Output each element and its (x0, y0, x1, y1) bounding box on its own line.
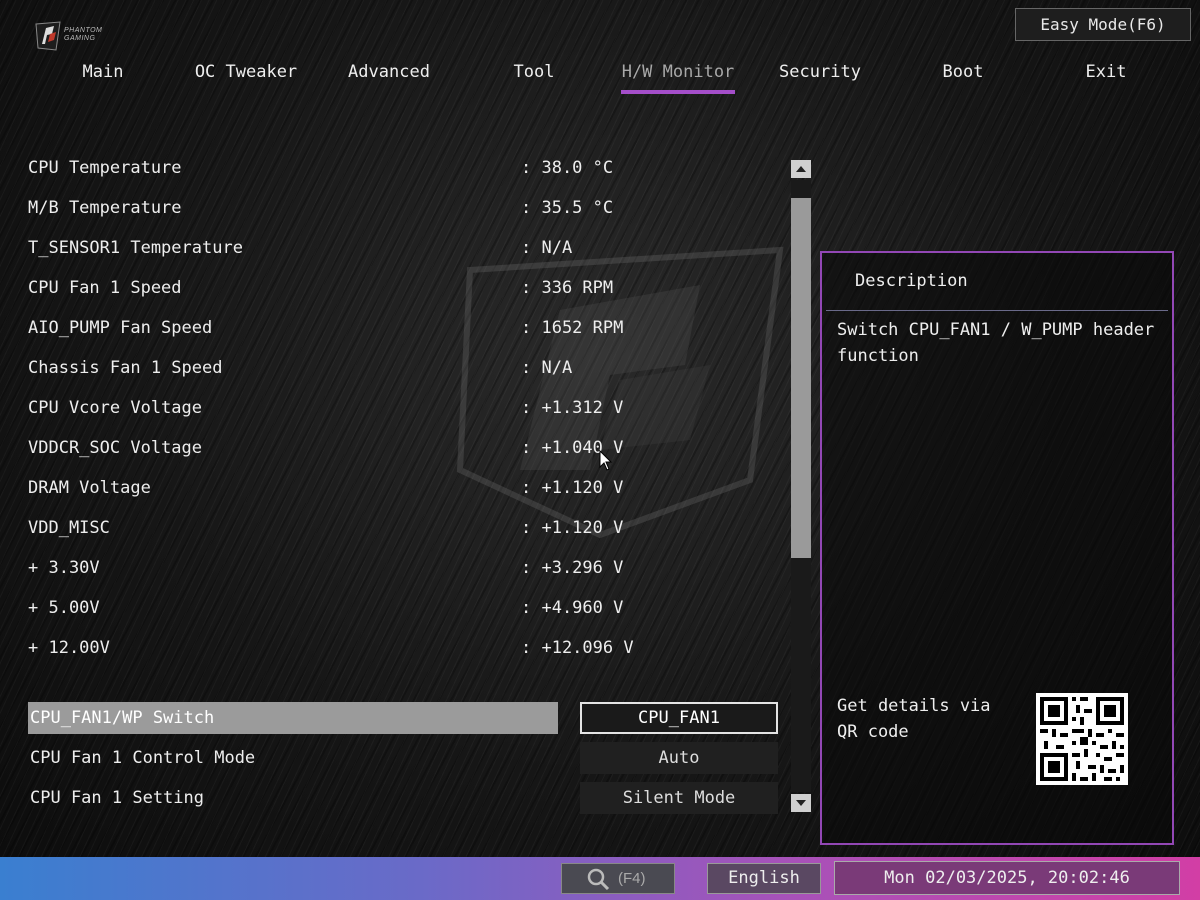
option-label[interactable]: CPU_FAN1/WP Switch (28, 702, 558, 734)
monitor-row: Chassis Fan 1 Speed : N/A (28, 348, 788, 388)
monitor-value: : 35.5 °C (521, 198, 614, 218)
option-label[interactable]: CPU Fan 1 Setting (28, 782, 558, 814)
option-value-dropdown[interactable]: CPU_FAN1 (580, 702, 778, 734)
monitor-label: CPU Temperature (28, 158, 182, 178)
search-shortcut-label: (F4) (618, 870, 646, 887)
mouse-pointer-icon (599, 450, 613, 471)
option-cpu-fan1-setting[interactable]: CPU Fan 1 Setting Silent Mode (28, 782, 780, 816)
monitor-label: + 12.00V (28, 638, 110, 658)
option-value-dropdown[interactable]: Silent Mode (580, 782, 778, 814)
tab-tool[interactable]: Tool (477, 58, 591, 94)
logo-text-line2: GAMING (64, 35, 96, 42)
monitor-row: M/B Temperature : 35.5 °C (28, 188, 788, 228)
option-cpu-fan1-control-mode[interactable]: CPU Fan 1 Control Mode Auto (28, 742, 780, 776)
description-panel: Description Switch CPU_FAN1 / W_PUMP hea… (820, 251, 1174, 845)
option-value-dropdown[interactable]: Auto (580, 742, 778, 774)
scroll-thumb[interactable] (791, 198, 811, 558)
monitor-row: + 3.30V : +3.296 V (28, 548, 788, 588)
monitor-label: DRAM Voltage (28, 478, 151, 498)
monitor-value: : 38.0 °C (521, 158, 614, 178)
monitor-row: + 5.00V : +4.960 V (28, 588, 788, 628)
monitor-label: AIO_PUMP Fan Speed (28, 318, 213, 338)
monitor-row: CPU Temperature : 38.0 °C (28, 148, 788, 188)
monitor-row: CPU Vcore Voltage : +1.312 V (28, 388, 788, 428)
monitor-row: + 12.00V : +12.096 V (28, 628, 788, 668)
monitor-label: Chassis Fan 1 Speed (28, 358, 223, 378)
monitor-label: CPU Fan 1 Speed (28, 278, 182, 298)
monitor-label: M/B Temperature (28, 198, 182, 218)
arrow-up-icon[interactable] (791, 160, 811, 178)
tab-main[interactable]: Main (46, 58, 160, 94)
option-cpu-fan1-wp-switch[interactable]: CPU_FAN1/WP Switch CPU_FAN1 (28, 702, 780, 736)
monitor-row: CPU Fan 1 Speed : 336 RPM (28, 268, 788, 308)
qr-caption: Get details via QR code (837, 696, 991, 742)
qr-code-icon (1036, 693, 1128, 785)
search-icon (587, 868, 610, 891)
arrow-down-icon[interactable] (791, 794, 811, 812)
monitor-label: T_SENSOR1 Temperature (28, 238, 243, 258)
tab-boot[interactable]: Boot (906, 58, 1020, 94)
search-button[interactable]: (F4) (561, 863, 675, 894)
monitor-value: : N/A (521, 238, 573, 258)
monitor-value: : +1.312 V (521, 398, 624, 418)
tab-security[interactable]: Security (763, 58, 877, 94)
description-title: Description (855, 271, 968, 291)
monitor-row: VDD_MISC : +1.120 V (28, 508, 788, 548)
monitor-row: VDDCR_SOC Voltage : +1.040 V (28, 428, 788, 468)
monitor-value: : +4.960 V (521, 598, 624, 618)
monitor-value: : N/A (521, 358, 573, 378)
monitor-label: + 5.00V (28, 598, 100, 618)
tab-advanced[interactable]: Advanced (332, 58, 446, 94)
language-button[interactable]: English (707, 863, 821, 894)
tab-hw-monitor[interactable]: H/W Monitor (621, 58, 735, 94)
monitor-value: : +12.096 V (521, 638, 634, 658)
scroll-track[interactable] (791, 180, 811, 792)
monitor-label: + 3.30V (28, 558, 100, 578)
tab-exit[interactable]: Exit (1049, 58, 1163, 94)
description-text: Switch CPU_FAN1 / W_PUMP header function (837, 320, 1155, 366)
tab-oc-tweaker[interactable]: OC Tweaker (189, 58, 303, 94)
main-nav: Main OC Tweaker Advanced Tool H/W Monito… (32, 58, 1177, 98)
description-divider (826, 310, 1168, 311)
monitor-label: CPU Vcore Voltage (28, 398, 202, 418)
bottom-bar: (F4) English Mon 02/03/2025, 20:02:46 (0, 857, 1200, 900)
monitor-label: VDDCR_SOC Voltage (28, 438, 202, 458)
option-label[interactable]: CPU Fan 1 Control Mode (28, 742, 558, 774)
logo-text-line1: PHANTOM (64, 27, 103, 34)
scrollbar[interactable] (791, 160, 813, 812)
monitor-row: T_SENSOR1 Temperature : N/A (28, 228, 788, 268)
monitor-value: : +1.120 V (521, 518, 624, 538)
monitor-value: : 336 RPM (521, 278, 614, 298)
monitor-label: VDD_MISC (28, 518, 110, 538)
easy-mode-button[interactable]: Easy Mode(F6) (1015, 8, 1191, 41)
monitor-value: : +1.120 V (521, 478, 624, 498)
logo-text: PHANTOM GAMING (64, 27, 102, 43)
monitor-row: DRAM Voltage : +1.120 V (28, 468, 788, 508)
monitor-value: : +3.296 V (521, 558, 624, 578)
monitor-row: AIO_PUMP Fan Speed : 1652 RPM (28, 308, 788, 348)
datetime-display: Mon 02/03/2025, 20:02:46 (834, 861, 1180, 895)
monitor-value: : 1652 RPM (521, 318, 624, 338)
